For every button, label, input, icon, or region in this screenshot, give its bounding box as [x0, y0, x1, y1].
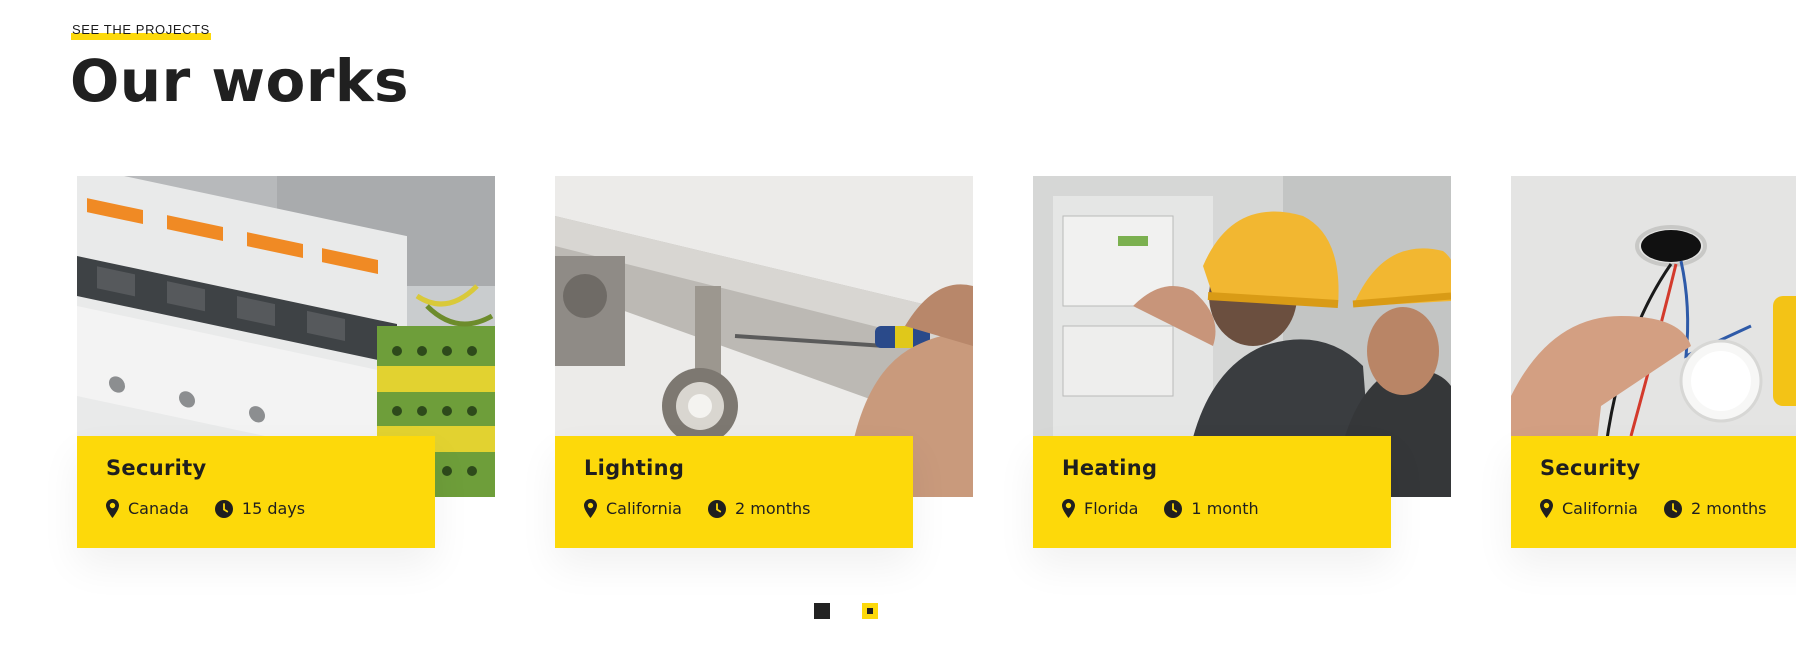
pagination-dot-1[interactable]	[814, 603, 830, 619]
project-title[interactable]: Lighting	[584, 456, 684, 480]
project-location-text: Florida	[1084, 499, 1139, 518]
map-pin-icon	[1062, 499, 1075, 518]
project-title[interactable]: Heating	[1062, 456, 1157, 480]
project-location: Florida	[1062, 499, 1138, 518]
project-duration-text: 1 month	[1191, 499, 1259, 518]
project-meta: California 2 months	[1540, 499, 1793, 518]
project-location: California	[1540, 499, 1638, 518]
project-caption[interactable]: Heating Florida 1 month	[1033, 436, 1391, 548]
project-meta: California 2 months	[584, 499, 837, 518]
project-title[interactable]: Security	[1540, 456, 1640, 480]
project-duration: 15 days	[214, 499, 306, 518]
project-duration-text: 2 months	[734, 499, 811, 518]
carousel-pagination	[814, 603, 910, 619]
pagination-dot-2-active[interactable]	[862, 603, 878, 619]
map-pin-icon	[584, 499, 597, 518]
project-title[interactable]: Security	[106, 456, 206, 480]
project-meta: Canada 15 days	[106, 499, 331, 518]
project-duration: 2 months	[1663, 499, 1767, 518]
project-location: California	[584, 499, 682, 518]
project-location: Canada	[106, 499, 189, 518]
project-card[interactable]: Heating Florida 1 month	[1033, 176, 1451, 548]
project-card[interactable]: Security Canada 15 days	[77, 176, 495, 548]
project-location-text: California	[606, 499, 682, 518]
project-caption[interactable]: Lighting California 2 months	[555, 436, 913, 548]
project-caption[interactable]: Security California 2 months	[1511, 436, 1796, 548]
project-meta: Florida 1 month	[1062, 499, 1285, 518]
project-location-text: Canada	[128, 499, 189, 518]
projects-carousel[interactable]: Security Canada 15 days Lighting Califor…	[0, 0, 1796, 661]
map-pin-icon	[106, 499, 119, 518]
clock-icon	[1164, 499, 1183, 518]
project-location-text: California	[1562, 499, 1638, 518]
project-duration: 2 months	[707, 499, 811, 518]
project-caption[interactable]: Security Canada 15 days	[77, 436, 435, 548]
project-duration-text: 15 days	[241, 499, 306, 518]
project-card[interactable]: Security California 2 months	[1511, 176, 1796, 548]
project-duration: 1 month	[1164, 499, 1259, 518]
clock-icon	[707, 499, 726, 518]
clock-icon	[1663, 499, 1682, 518]
project-card[interactable]: Lighting California 2 months	[555, 176, 973, 548]
clock-icon	[214, 499, 233, 518]
map-pin-icon	[1540, 499, 1553, 518]
project-duration-text: 2 months	[1690, 499, 1767, 518]
